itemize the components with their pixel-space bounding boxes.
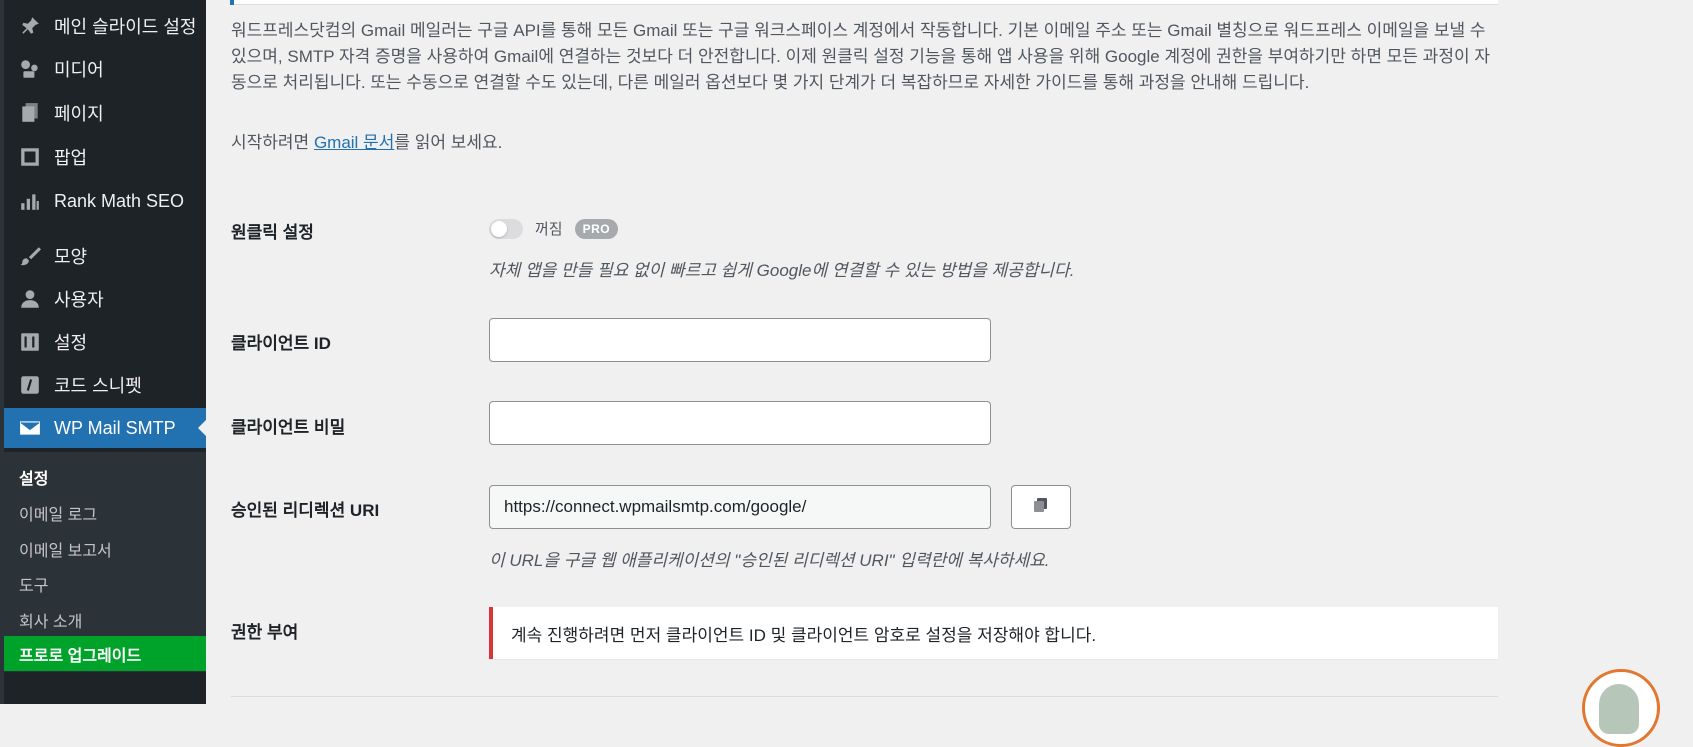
- sidebar-item-rank-math[interactable]: Rank Math SEO: [4, 181, 206, 221]
- sidebar-item-label: 팝업: [54, 148, 88, 168]
- popup-icon: [18, 145, 42, 169]
- authorization-notice: 계속 진행하려면 먼저 클라이언트 ID 및 클라이언트 암호로 설정을 저장해…: [489, 607, 1498, 659]
- sidebar-item-label: Rank Math SEO: [54, 190, 185, 211]
- submenu-item-email-log[interactable]: 이메일 로그: [19, 501, 97, 525]
- sidebar-item-pages[interactable]: 페이지: [4, 93, 206, 133]
- card-accent: [230, 0, 234, 5]
- code-icon: [18, 373, 42, 397]
- settings-icon: [18, 330, 42, 354]
- sidebar-item-code-snippets[interactable]: 코드 스니펫: [4, 365, 206, 405]
- help-mascot-button[interactable]: [1582, 669, 1660, 747]
- sidebar-item-wp-mail-smtp[interactable]: WP Mail SMTP: [4, 408, 206, 448]
- sidebar-item-label: 페이지: [54, 104, 104, 124]
- sidebar-item-users[interactable]: 사용자: [4, 279, 206, 319]
- sidebar-item-label: 메인 슬라이드 설정: [54, 17, 197, 37]
- submenu-item-settings[interactable]: 설정: [19, 465, 48, 489]
- redirect-uri-label: 승인된 리디렉션 URI: [231, 501, 380, 520]
- pro-badge: PRO: [574, 218, 619, 239]
- authorization-label: 권한 부여: [231, 623, 299, 642]
- sidebar-item-popup[interactable]: 팝업: [4, 137, 206, 177]
- sidebar-item-label: 코드 스니펫: [54, 376, 142, 396]
- mascot-icon: [1599, 684, 1639, 734]
- upgrade-pro-label: 프로로 업그레이드: [19, 647, 142, 665]
- sidebar-item-label: 설정: [54, 333, 88, 353]
- pages-icon: [18, 101, 42, 125]
- upgrade-pro-link[interactable]: 프로로 업그레이드: [4, 636, 206, 671]
- authorization-notice-text: 계속 진행하려면 먼저 클라이언트 ID 및 클라이언트 암호로 설정을 저장해…: [511, 625, 1097, 645]
- one-click-toggle[interactable]: [489, 218, 523, 239]
- sidebar-item-label: 미디어: [54, 60, 104, 80]
- mail-icon: [18, 416, 42, 440]
- copy-button[interactable]: [1011, 485, 1071, 529]
- submenu-item-tools[interactable]: 도구: [19, 572, 48, 596]
- copy-icon: [1033, 497, 1049, 518]
- sidebar-item-appearance[interactable]: 모양: [4, 236, 206, 276]
- admin-sidebar: 메인 슬라이드 설정 미디어 페이지 팝업 Rank Math SEO 모양 사…: [0, 0, 206, 704]
- start-line: 시작하려면 Gmail 문서를 읽어 보세요.: [231, 128, 502, 153]
- chart-icon: [18, 189, 42, 213]
- sidebar-item-media[interactable]: 미디어: [4, 49, 206, 89]
- start-prefix: 시작하려면: [231, 133, 314, 152]
- one-click-help: 자체 앱을 만들 필요 없이 빠르고 쉽게 Google에 연결할 수 있는 방…: [489, 261, 1075, 280]
- toggle-state-label: 꺼짐: [535, 221, 563, 238]
- one-click-toggle-row: 꺼짐 PRO: [489, 218, 619, 239]
- sidebar-item-label: WP Mail SMTP: [54, 417, 176, 438]
- gmail-docs-link[interactable]: Gmail 문서: [314, 133, 394, 152]
- media-icon: [18, 57, 42, 81]
- sidebar-item-label: 사용자: [54, 290, 104, 310]
- pin-icon: [18, 14, 42, 38]
- sidebar-item-main-slide[interactable]: 메인 슬라이드 설정: [4, 6, 206, 46]
- mailer-description: 워드프레스닷컴의 Gmail 메일러는 구글 API를 통해 모든 Gmail …: [231, 21, 1490, 92]
- submenu-item-email-reports[interactable]: 이메일 보고서: [19, 537, 112, 561]
- client-id-input[interactable]: [489, 318, 991, 362]
- user-icon: [18, 287, 42, 311]
- one-click-label: 원클릭 설정: [231, 223, 314, 242]
- top-card-edge: [230, 0, 1498, 5]
- client-secret-label: 클라이언트 비밀: [231, 418, 346, 437]
- redirect-uri-help: 이 URL을 구글 웹 애플리케이션의 "승인된 리디렉션 URI" 입력란에 …: [489, 551, 1050, 570]
- sidebar-item-settings[interactable]: 설정: [4, 322, 206, 362]
- sidebar-item-label: 모양: [54, 247, 88, 267]
- client-id-label: 클라이언트 ID: [231, 334, 331, 353]
- client-secret-input[interactable]: [489, 401, 991, 445]
- start-suffix: 를 읽어 보세요.: [394, 133, 503, 152]
- brush-icon: [18, 244, 42, 268]
- submenu-item-about[interactable]: 회사 소개: [19, 608, 82, 632]
- section-divider: [231, 696, 1498, 697]
- redirect-uri-input[interactable]: [489, 485, 991, 529]
